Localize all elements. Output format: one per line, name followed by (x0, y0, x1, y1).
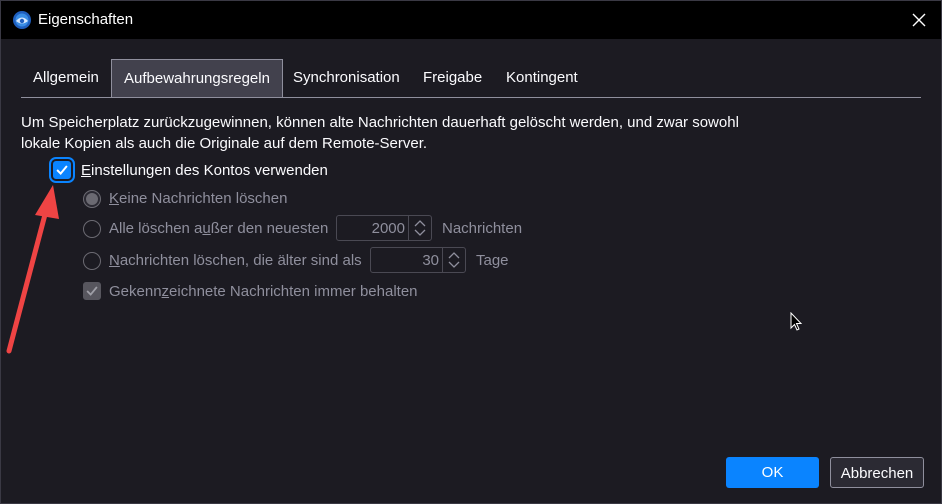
delete-older-days-stepper[interactable]: 30 (370, 247, 466, 273)
keep-all-accesskey: K (109, 190, 120, 207)
retention-description: Um Speicherplatz zurückzugewinnen, könne… (21, 112, 781, 154)
keep-all-text: eine Nachrichten löschen (119, 190, 288, 207)
tab-aufbewahrungsregeln[interactable]: Aufbewahrungsregeln (111, 59, 283, 97)
use-account-settings-checkbox[interactable] (49, 157, 75, 183)
tab-bar: Allgemein Aufbewahrungsregeln Synchronis… (21, 59, 921, 98)
thunderbird-app-icon (13, 11, 31, 29)
checkmark-icon (86, 286, 98, 296)
title-bar: Eigenschaften (1, 1, 941, 39)
properties-dialog: Eigenschaften Allgemein Aufbewahrungsreg… (0, 0, 942, 504)
description-line-1: Um Speicherplatz zurückzugewinnen, könne… (21, 114, 739, 131)
keep-newest-radio[interactable] (83, 220, 101, 238)
keep-newest-text-before: Alle löschen a (109, 220, 203, 237)
keep-all-label: Keine Nachrichten löschen (109, 190, 287, 207)
use-account-settings-text: instellungen des Kontos verwenden (91, 162, 328, 179)
cancel-button[interactable]: Abbrechen (830, 457, 924, 488)
tab-synchronisation[interactable]: Synchronisation (281, 59, 412, 96)
tab-freigabe[interactable]: Freigabe (411, 59, 494, 96)
keep-all-radio[interactable] (83, 190, 101, 208)
annotation-arrow-icon (6, 185, 59, 354)
keep-newest-unit: Nachrichten (442, 220, 523, 237)
tab-kontingent[interactable]: Kontingent (494, 59, 590, 96)
mouse-cursor-icon (790, 312, 803, 331)
delete-older-label: Nachrichten löschen, die älter sind als (109, 252, 362, 269)
delete-older-text: achrichten löschen, die älter sind als (119, 252, 362, 269)
keep-flagged-text-after: eichnete Nachrichten immer behalten (169, 283, 418, 300)
delete-older-accesskey: N (109, 252, 120, 269)
ok-button[interactable]: OK (726, 457, 819, 488)
keep-flagged-text-before: Gekenn (109, 283, 162, 300)
checkmark-icon (56, 165, 68, 176)
keep-flagged-label: Gekennzeichnete Nachrichten immer behalt… (109, 283, 418, 300)
keep-newest-label: Alle löschen außer den neuesten (109, 220, 328, 237)
keep-flagged-checkbox[interactable] (83, 282, 101, 300)
use-account-settings-label[interactable]: Einstellungen des Kontos verwenden (81, 162, 328, 179)
use-account-settings-accesskey: E (81, 162, 92, 179)
spin-arrows-icon[interactable] (408, 216, 431, 240)
close-icon[interactable] (907, 8, 931, 32)
keep-newest-text-after: ßer den neuesten (210, 220, 329, 237)
keep-flagged-accesskey: z (161, 283, 170, 300)
keep-newest-accesskey: u (202, 220, 211, 237)
keep-newest-count-value: 2000 (371, 220, 405, 237)
delete-older-radio[interactable] (83, 252, 101, 270)
window-title: Eigenschaften (38, 11, 134, 28)
tab-allgemein[interactable]: Allgemein (21, 59, 111, 96)
keep-newest-count-stepper[interactable]: 2000 (336, 215, 432, 241)
delete-older-unit: Tage (476, 252, 509, 269)
spin-arrows-icon[interactable] (442, 248, 465, 272)
description-line-2: lokale Kopien als auch die Originale auf… (21, 135, 428, 152)
delete-older-days-value: 30 (422, 252, 439, 269)
